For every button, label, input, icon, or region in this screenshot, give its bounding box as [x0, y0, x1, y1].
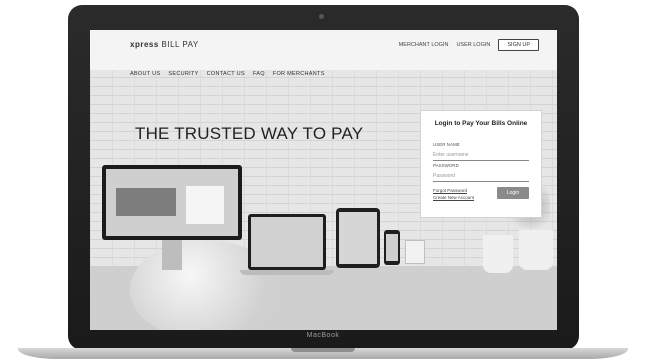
screen: xpress BILL PAY MERCHANT LOGIN USER LOGI…: [90, 30, 557, 330]
small-laptop-base: [240, 270, 334, 275]
username-field: USER NAME Enter username: [433, 142, 529, 161]
phone-screen: [386, 234, 398, 261]
password-label: PASSWORD: [433, 163, 459, 168]
login-card: Login to Pay Your Bills Online USER NAME…: [420, 110, 542, 218]
phone: [384, 230, 400, 265]
monitor-card: [186, 186, 224, 224]
username-input[interactable]: Enter username: [433, 150, 529, 161]
small-laptop: [248, 214, 326, 270]
monitor-hero-image: [116, 188, 176, 216]
forgot-password-link[interactable]: Forgot Password: [433, 187, 474, 194]
laptop-mockup: xpress BILL PAY MERCHANT LOGIN USER LOGI…: [0, 0, 646, 362]
pot-right: [519, 230, 553, 270]
password-input[interactable]: Password: [433, 171, 529, 182]
small-laptop-screen: [251, 217, 323, 267]
monitor: [102, 165, 242, 240]
monitor-stand: [162, 240, 182, 270]
create-account-link[interactable]: Create New Account: [433, 194, 474, 201]
laptop-lid: xpress BILL PAY MERCHANT LOGIN USER LOGI…: [68, 5, 579, 350]
login-links: Forgot Password Create New Account: [433, 187, 474, 201]
pot-left: [483, 235, 513, 273]
tablet: [336, 208, 380, 268]
device-label: MacBook: [306, 332, 340, 339]
cup: [405, 240, 425, 264]
login-title: Login to Pay Your Bills Online: [434, 120, 528, 127]
password-field: PASSWORD Password: [433, 163, 529, 182]
username-label: USER NAME: [433, 142, 460, 147]
camera-dot: [319, 14, 324, 19]
login-button[interactable]: Login: [497, 187, 529, 199]
tablet-screen: [339, 212, 377, 264]
monitor-screen: [106, 169, 238, 236]
laptop-notch: [291, 348, 355, 352]
